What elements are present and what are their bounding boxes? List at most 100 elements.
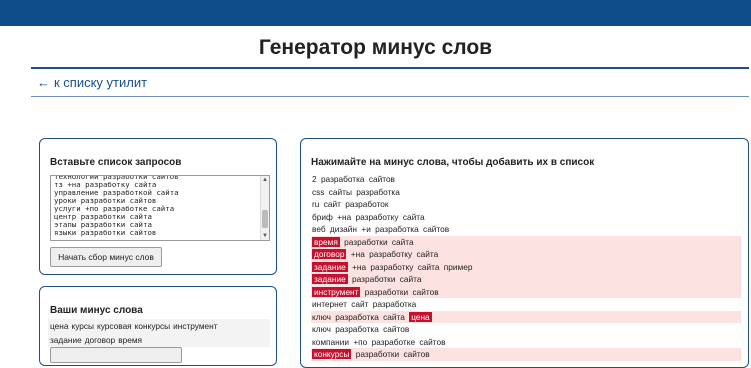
phrase-item: css сайты разработка bbox=[311, 186, 741, 199]
arrow-left-icon: ← bbox=[37, 75, 50, 90]
phrase-word[interactable]: ключ bbox=[312, 312, 331, 322]
phrase-word[interactable]: разработка bbox=[335, 312, 379, 322]
phrases-panel-title: Нажимайте на минус слова, чтобы добавить… bbox=[311, 157, 595, 168]
phrase-word[interactable]: css bbox=[312, 187, 324, 197]
phrase-word-marked[interactable]: задание bbox=[312, 274, 348, 284]
phrases-panel: Нажимайте на минус слова, чтобы добавить… bbox=[300, 138, 749, 368]
phrase-word[interactable]: разработка bbox=[356, 187, 400, 197]
scroll-up-icon[interactable]: ▲ bbox=[262, 177, 268, 183]
phrase-item: задание +на разработку сайта пример bbox=[311, 260, 741, 273]
phrase-word[interactable]: сайтов bbox=[369, 174, 395, 184]
phrase-item: время разработки сайта bbox=[311, 235, 741, 248]
phrase-word[interactable]: +по bbox=[353, 337, 367, 347]
textarea-scrollbar[interactable]: ▲ ▼ bbox=[260, 176, 269, 240]
phrase-word[interactable]: ru bbox=[312, 199, 319, 209]
phrase-item: 2 разработка сайтов bbox=[311, 173, 741, 186]
phrase-word-marked[interactable]: задание bbox=[312, 261, 348, 272]
minus-word[interactable]: инструмент bbox=[173, 321, 217, 331]
phrase-word[interactable]: +на bbox=[351, 249, 365, 259]
phrase-word[interactable]: разработка bbox=[375, 224, 419, 234]
nav-divider bbox=[31, 96, 749, 97]
phrase-word[interactable]: сайтов bbox=[423, 224, 449, 234]
phrase-word[interactable]: сайта bbox=[392, 237, 414, 247]
minus-words-list: цена курсы курсовая конкурсы инструмент задан… bbox=[48, 319, 270, 347]
phrase-word[interactable]: сайта bbox=[383, 312, 405, 322]
phrase-item: инструмент разработки сайтов bbox=[311, 285, 741, 298]
phrase-word[interactable]: сайта bbox=[418, 262, 440, 272]
phrase-word[interactable]: разработке bbox=[372, 337, 416, 347]
minus-word[interactable]: задание bbox=[50, 335, 82, 345]
phrase-item: задание разработки сайта bbox=[311, 273, 741, 286]
phrase-word[interactable]: разработки bbox=[352, 274, 395, 284]
queries-textarea-content: технологии разработки сайтов тз +на разра… bbox=[54, 176, 179, 237]
phrase-word[interactable]: сайтов bbox=[419, 337, 445, 347]
minus-words-panel: Ваши минус слова цена курсы курсовая конкур… bbox=[39, 286, 277, 366]
minus-word[interactable]: договор bbox=[85, 335, 115, 345]
phrase-word[interactable]: сайт bbox=[351, 299, 368, 309]
phrase-word[interactable]: +на bbox=[352, 262, 366, 272]
phrase-word[interactable]: разработки bbox=[365, 287, 408, 297]
scrollbar-thumb[interactable] bbox=[262, 210, 268, 228]
phrase-word[interactable]: бриф bbox=[312, 212, 333, 222]
queries-panel: Вставьте список запросов технологии разр… bbox=[39, 138, 277, 275]
minus-words-row: цена курсы курсовая конкурсы инструмент bbox=[48, 319, 270, 333]
phrase-item: договор +на разработку сайта bbox=[311, 248, 741, 261]
phrase-word[interactable]: дизайн bbox=[330, 224, 357, 234]
phrase-item: конкурсы разработки сайтов bbox=[311, 348, 741, 361]
phrase-word[interactable]: разработку bbox=[370, 262, 413, 272]
phrase-word[interactable]: разработку bbox=[356, 212, 399, 222]
minus-word[interactable]: цена bbox=[50, 321, 68, 331]
phrase-item: ключ разработка сайтов bbox=[311, 323, 741, 336]
phrase-word[interactable]: разработки bbox=[356, 349, 399, 359]
phrases-list: 2 разработка сайтов css сайты разработка… bbox=[311, 173, 741, 361]
query-line: языки разработки сайтов bbox=[54, 228, 157, 237]
phrase-item: бриф +на разработку сайта bbox=[311, 211, 741, 224]
minus-word[interactable]: курсовая bbox=[97, 321, 132, 331]
phrase-word[interactable]: сайтов bbox=[413, 287, 439, 297]
phrase-word[interactable]: сайтов bbox=[383, 324, 409, 334]
phrase-word[interactable]: ключ bbox=[312, 324, 331, 334]
phrase-item: ключ разработка сайта цена bbox=[311, 310, 741, 323]
back-link-label: к списку утилит bbox=[54, 75, 148, 90]
phrase-word[interactable]: +на bbox=[337, 212, 351, 222]
phrase-word[interactable]: +и bbox=[361, 224, 370, 234]
minus-words-row: задание договор время bbox=[48, 333, 270, 347]
phrase-word[interactable]: разработки bbox=[344, 237, 387, 247]
scroll-down-icon[interactable]: ▼ bbox=[262, 233, 268, 239]
phrase-word[interactable]: разработку bbox=[369, 249, 412, 259]
phrase-item: компании +по разработке сайтов bbox=[311, 336, 741, 349]
phrase-word[interactable]: интернет bbox=[312, 299, 347, 309]
phrase-word[interactable]: сайт bbox=[324, 199, 341, 209]
phrase-word[interactable]: компании bbox=[312, 337, 349, 347]
phrase-word[interactable]: веб bbox=[312, 224, 326, 234]
phrase-word-marked[interactable]: конкурсы bbox=[312, 349, 352, 359]
phrase-word-marked[interactable]: договор bbox=[312, 249, 347, 259]
minus-words-action-button[interactable] bbox=[50, 347, 182, 363]
phrase-word[interactable]: пример bbox=[444, 262, 473, 272]
phrase-word[interactable]: разработка bbox=[321, 174, 365, 184]
phrase-word[interactable]: разработок bbox=[345, 199, 388, 209]
title-divider bbox=[31, 67, 749, 69]
phrase-word-marked[interactable]: время bbox=[312, 236, 340, 247]
minus-word[interactable]: курсы bbox=[71, 321, 94, 331]
phrase-word[interactable]: разработка bbox=[335, 324, 379, 334]
phrase-word[interactable]: разработка bbox=[373, 299, 417, 309]
minus-words-panel-title: Ваши минус слова bbox=[50, 305, 143, 316]
phrase-word[interactable]: сайта bbox=[400, 274, 422, 284]
phrase-word[interactable]: сайта bbox=[416, 249, 438, 259]
top-header-bar bbox=[0, 0, 751, 26]
phrase-word[interactable]: сайта bbox=[403, 212, 425, 222]
phrase-word[interactable]: сайты bbox=[329, 187, 352, 197]
page-title: Генератор минус слов bbox=[258, 36, 493, 59]
phrase-word[interactable]: сайтов bbox=[403, 349, 429, 359]
back-link[interactable]: ← к списку утилит bbox=[37, 75, 147, 90]
phrase-item: ru сайт разработок bbox=[311, 198, 741, 211]
phrase-word-marked[interactable]: инструмент bbox=[312, 286, 361, 297]
phrase-word[interactable]: 2 bbox=[312, 174, 317, 184]
queries-textarea[interactable]: технологии разработки сайтов тз +на разра… bbox=[50, 175, 270, 241]
phrase-item: веб дизайн +и разработка сайтов bbox=[311, 223, 741, 236]
phrase-word-marked[interactable]: цена bbox=[409, 311, 432, 322]
start-collection-button[interactable]: Начать сбор минус слов bbox=[50, 247, 162, 267]
minus-word[interactable]: время bbox=[118, 335, 142, 345]
minus-word[interactable]: конкурсы bbox=[135, 321, 170, 331]
